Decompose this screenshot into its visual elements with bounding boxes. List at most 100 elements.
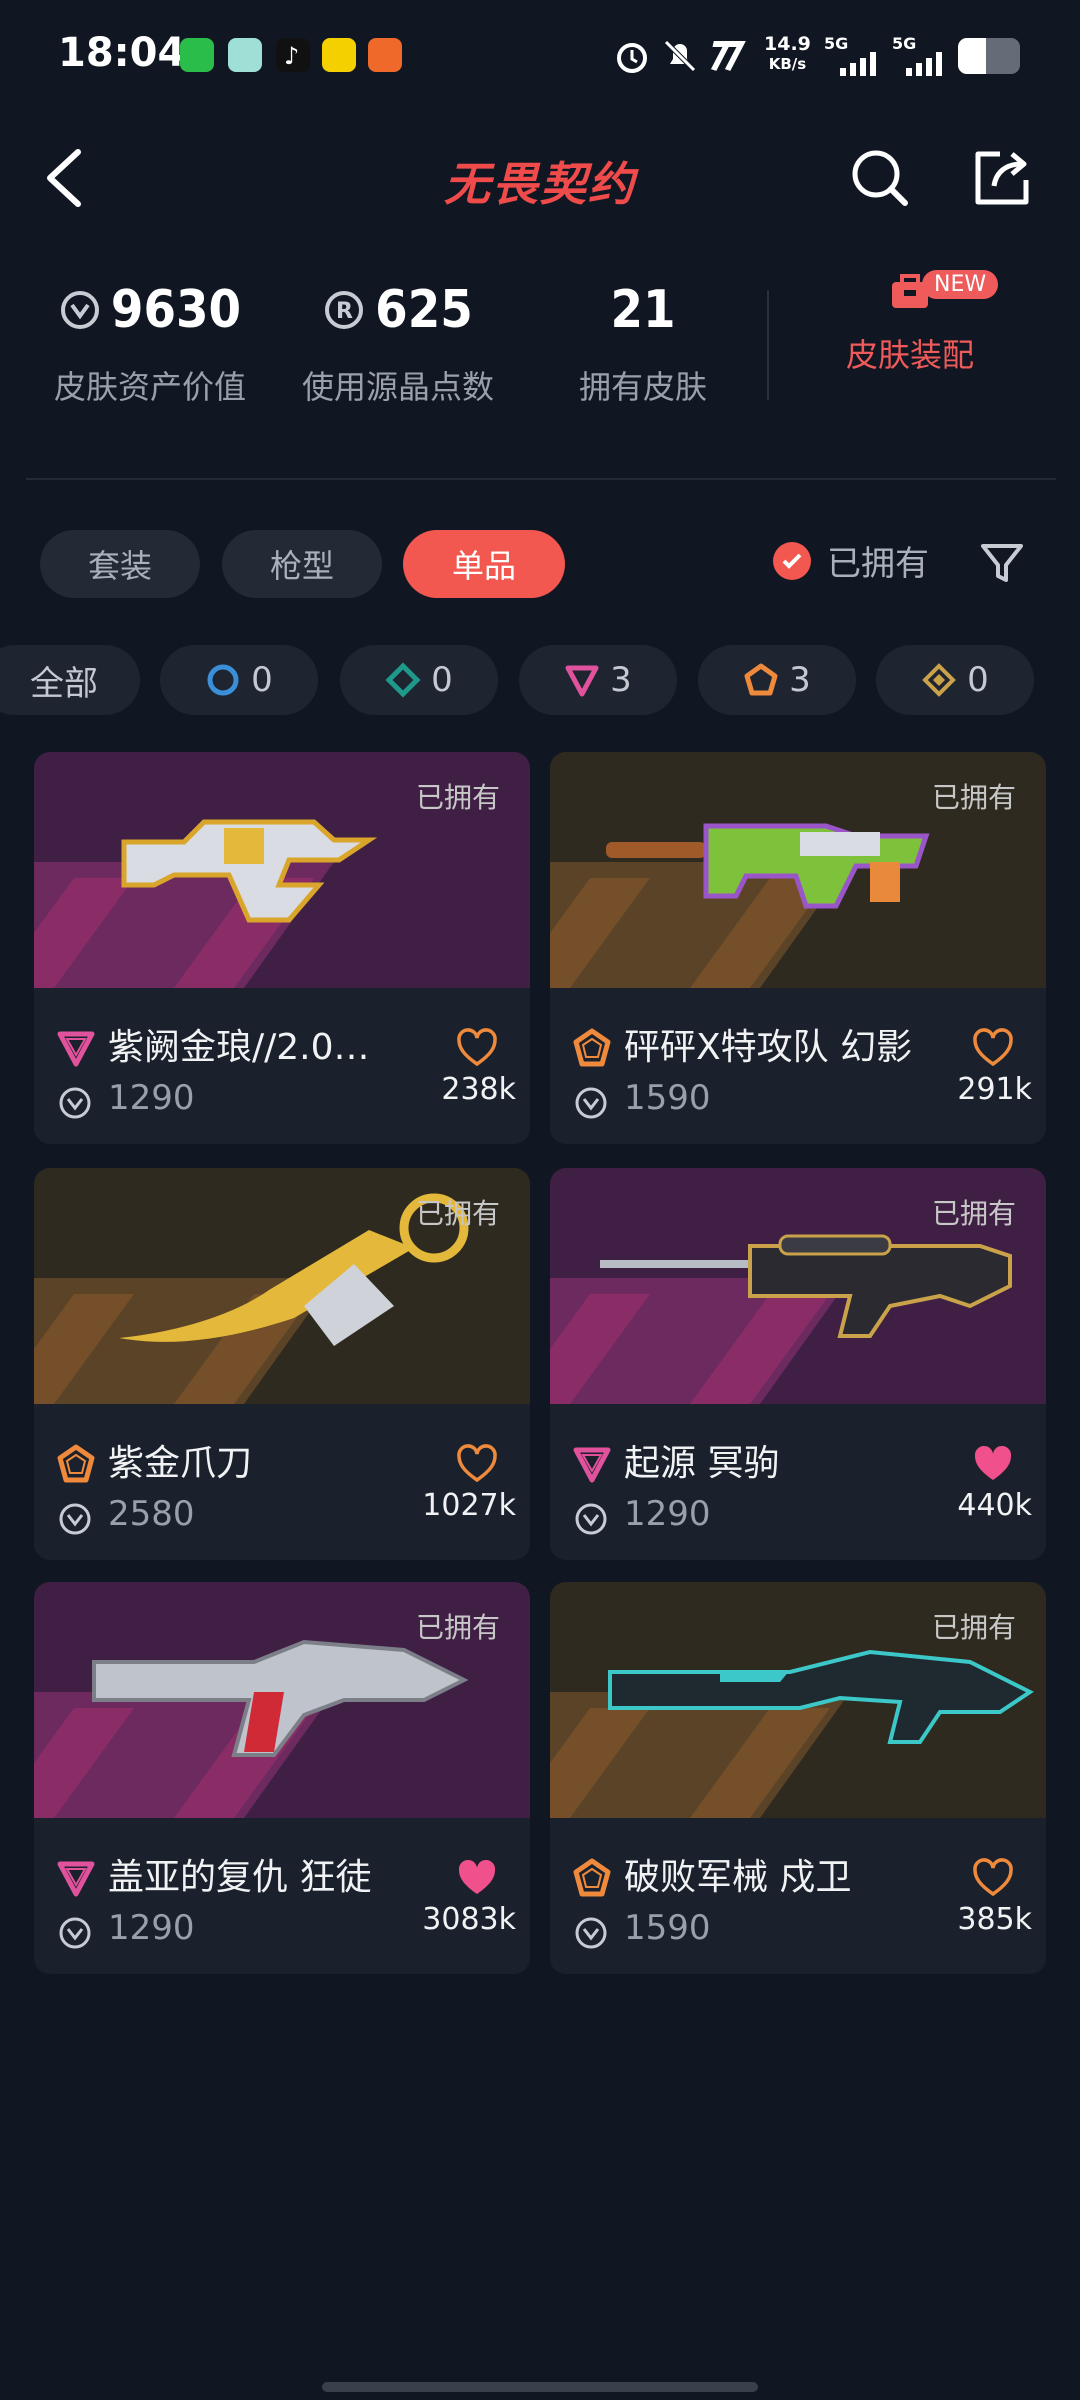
divider bbox=[767, 290, 769, 400]
stat-label: 皮肤资产价值 bbox=[53, 368, 246, 406]
filter-button[interactable] bbox=[977, 538, 1027, 588]
carrier-icon bbox=[710, 41, 746, 71]
skin-name: 破败军械 戍卫 bbox=[624, 1857, 852, 1898]
status-bar: 18:04 ♪ 14.9 KB/s 5G 5G bbox=[0, 0, 1080, 115]
checkmark-icon bbox=[773, 541, 811, 580]
app-icon bbox=[228, 38, 262, 72]
skin-name: 砰砰X特攻队 幻影 bbox=[624, 1027, 913, 1068]
like-count: 238k bbox=[441, 1072, 516, 1107]
owned-filter-label: 已拥有 bbox=[827, 544, 929, 584]
alarm-icon bbox=[617, 43, 647, 73]
stat-value: 625 bbox=[375, 280, 473, 340]
like-count: 3083k bbox=[422, 1902, 516, 1937]
stat-value: 21 bbox=[610, 280, 676, 340]
svg-text:R: R bbox=[336, 299, 353, 324]
tab-set[interactable]: 套装 bbox=[40, 530, 200, 598]
vp-coin-icon bbox=[575, 1503, 607, 1535]
owned-label: 已拥有 bbox=[931, 1197, 1016, 1230]
vp-coin-icon bbox=[59, 1503, 91, 1535]
owned-filter-toggle[interactable]: 已拥有 bbox=[773, 536, 929, 585]
back-button[interactable] bbox=[40, 146, 96, 210]
like-count: 291k bbox=[957, 1072, 1032, 1107]
skin-price: 1590 bbox=[624, 1908, 711, 1948]
vp-coin-icon bbox=[575, 1087, 607, 1119]
stat-radianite: R 625 使用源晶点数 bbox=[288, 280, 508, 408]
deluxe-tier-icon bbox=[385, 662, 421, 698]
skin-price: 1590 bbox=[624, 1078, 711, 1118]
chip-count: 3 bbox=[789, 660, 811, 700]
skin-name: 紫阙金琅//2.0… bbox=[108, 1027, 370, 1068]
skin-price: 1290 bbox=[108, 1908, 195, 1948]
skin-price: 1290 bbox=[108, 1078, 195, 1118]
skin-card[interactable]: 已拥有 破败军械 戍卫 1590 385k bbox=[550, 1582, 1046, 1974]
network-speed: 14.9 KB/s bbox=[764, 33, 811, 73]
tab-single-item[interactable]: 单品 bbox=[403, 530, 565, 598]
ultra-tier-icon bbox=[922, 663, 957, 697]
rarity-chip-ultra[interactable]: 0 bbox=[876, 645, 1034, 715]
like-count: 440k bbox=[957, 1488, 1032, 1523]
chip-count: 0 bbox=[431, 660, 453, 700]
skin-name: 起源 冥驹 bbox=[624, 1443, 780, 1484]
skin-card[interactable]: 已拥有起源 冥驹 1290 440k bbox=[550, 1168, 1046, 1560]
page-title: 无畏契约 bbox=[444, 157, 636, 211]
like-count: 385k bbox=[957, 1902, 1032, 1937]
owned-label: 已拥有 bbox=[415, 1197, 500, 1230]
skin-card[interactable]: 已拥有 紫金爪刀 2580 1027k bbox=[34, 1168, 530, 1560]
signal-icon bbox=[840, 52, 876, 76]
heart-icon[interactable] bbox=[972, 1444, 1014, 1482]
radianite-icon: R bbox=[325, 291, 364, 329]
heart-icon[interactable] bbox=[972, 1858, 1014, 1896]
like-count: 1027k bbox=[422, 1488, 516, 1523]
rarity-chip-all[interactable]: 全部 bbox=[0, 645, 140, 715]
chip-count: 0 bbox=[967, 660, 989, 700]
exclusive-tier-icon bbox=[573, 1028, 611, 1067]
battery-icon bbox=[958, 38, 1020, 74]
rarity-chip-premium[interactable]: 3 bbox=[519, 645, 677, 715]
vp-coin-icon bbox=[59, 1917, 91, 1949]
app-icon bbox=[368, 38, 402, 72]
status-time: 18:04 bbox=[58, 30, 186, 76]
premium-tier-icon bbox=[565, 665, 599, 697]
chip-count: 0 bbox=[251, 660, 273, 700]
owned-label: 已拥有 bbox=[415, 781, 500, 814]
skin-price: 2580 bbox=[108, 1494, 195, 1534]
rarity-chip-exclusive[interactable]: 3 bbox=[698, 645, 856, 715]
stat-owned-skins: 21 拥有皮肤 bbox=[538, 280, 748, 408]
home-indicator[interactable] bbox=[322, 2382, 758, 2392]
premium-tier-icon bbox=[573, 1447, 611, 1483]
exclusive-tier-icon bbox=[57, 1444, 95, 1483]
premium-tier-icon bbox=[57, 1861, 95, 1897]
mute-icon bbox=[664, 40, 696, 72]
tab-weapon-type[interactable]: 枪型 bbox=[222, 530, 382, 598]
stat-label: 拥有皮肤 bbox=[578, 368, 707, 406]
vp-coin-icon bbox=[60, 291, 99, 329]
owned-label: 已拥有 bbox=[931, 781, 1016, 814]
vp-coin-icon bbox=[59, 1087, 91, 1119]
exclusive-tier-icon bbox=[744, 663, 778, 696]
skin-name: 盖亚的复仇 狂徒 bbox=[108, 1857, 372, 1898]
skin-card[interactable]: 已拥有盖亚的复仇 狂徒 1290 3083k bbox=[34, 1582, 530, 1974]
owned-label: 已拥有 bbox=[415, 1611, 500, 1644]
heart-icon[interactable] bbox=[456, 1444, 498, 1482]
rarity-chip-select[interactable]: 0 bbox=[160, 645, 318, 715]
skin-price: 1290 bbox=[624, 1494, 711, 1534]
heart-icon[interactable] bbox=[456, 1858, 498, 1896]
stat-label: 使用源晶点数 bbox=[301, 368, 494, 406]
outfit-label: 皮肤装配 bbox=[845, 336, 974, 374]
chip-label: 全部 bbox=[30, 663, 98, 704]
chip-count: 3 bbox=[610, 660, 632, 700]
vp-coin-icon bbox=[575, 1917, 607, 1949]
heart-icon[interactable] bbox=[972, 1028, 1014, 1066]
search-button[interactable] bbox=[848, 146, 912, 210]
share-button[interactable] bbox=[970, 146, 1034, 210]
skin-card[interactable]: 已拥有紫阙金琅//2.0… 1290 238k bbox=[34, 752, 530, 1144]
app-icon bbox=[322, 38, 356, 72]
tiktok-icon: ♪ bbox=[276, 38, 310, 72]
stat-value: 9630 bbox=[110, 280, 242, 340]
heart-icon[interactable] bbox=[456, 1028, 498, 1066]
exclusive-tier-icon bbox=[573, 1858, 611, 1897]
select-tier-icon bbox=[207, 664, 239, 696]
wechat-icon bbox=[180, 38, 214, 72]
rarity-chip-deluxe[interactable]: 0 bbox=[340, 645, 498, 715]
skin-card[interactable]: 已拥有砰砰X特攻队 幻影 1590 291k bbox=[550, 752, 1046, 1144]
